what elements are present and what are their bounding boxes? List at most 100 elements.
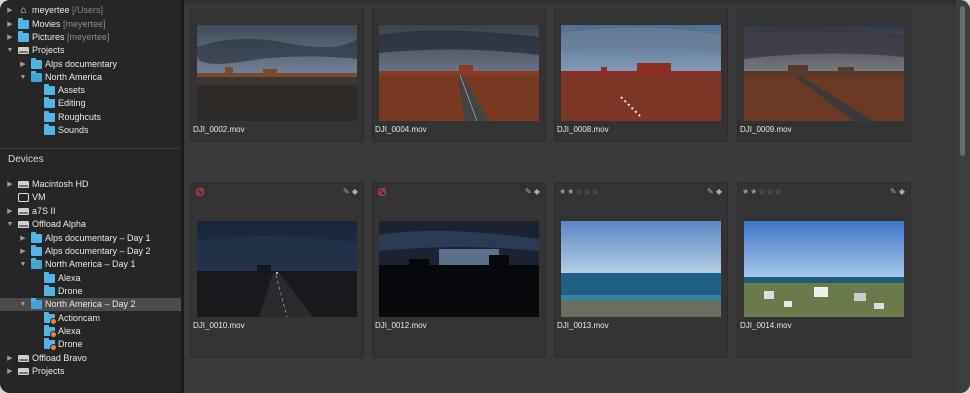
drive-icon bbox=[18, 355, 29, 362]
clip-card[interactable]: ✎ ◆ DJI_0012.mov bbox=[372, 182, 546, 358]
status-badge-icon bbox=[50, 344, 57, 351]
sidebar-item-alps-documentary[interactable]: ▶ Alps documentary bbox=[0, 58, 181, 71]
disclosure-open-icon[interactable]: ▼ bbox=[19, 71, 27, 84]
sidebar-item-label: Assets bbox=[58, 84, 85, 97]
folder-badge-icon bbox=[44, 325, 57, 338]
sidebar-item-label: Actioncam bbox=[58, 312, 100, 325]
sidebar-item-meyertee[interactable]: ▶ ⌂ meyertee [/Users] bbox=[0, 4, 181, 17]
sidebar-item-path: [/Users] bbox=[72, 5, 104, 15]
sidebar-item-pictures[interactable]: ▶ Pictures [meyertee] bbox=[0, 31, 181, 44]
sidebar-item-actioncam[interactable]: Actioncam bbox=[0, 312, 181, 325]
scrollbar-thumb[interactable] bbox=[960, 6, 965, 156]
disclosure-closed-icon[interactable]: ▶ bbox=[6, 205, 14, 218]
sidebar-item-macintosh-hd[interactable]: ▶ Macintosh HD bbox=[0, 178, 181, 191]
sidebar-item-label: Alexa bbox=[58, 325, 81, 338]
sidebar-item-alexa[interactable]: Alexa bbox=[0, 272, 181, 285]
sidebar-item-projects[interactable]: ▼ Projects bbox=[0, 44, 181, 57]
sidebar-item-label: Movies [meyertee] bbox=[32, 18, 106, 31]
status-badge-icon bbox=[50, 318, 57, 325]
sidebar-item-offload-bravo[interactable]: ▶ Offload Bravo bbox=[0, 352, 181, 365]
sidebar: Devices ▶ ⌂ meyertee [/Users] ▶ Movies [meye… bbox=[0, 0, 184, 393]
sidebar-item-drone[interactable]: Drone bbox=[0, 285, 181, 298]
sidebar-item-name: meyertee bbox=[32, 5, 70, 15]
clip-card[interactable]: DJI_0009.mov bbox=[737, 0, 911, 142]
sidebar-item-north-america-day-1[interactable]: ▼ North America – Day 1 bbox=[0, 258, 181, 271]
sidebar-item-name: Assets bbox=[58, 85, 86, 95]
clip-card[interactable]: DJI_0008.mov bbox=[554, 0, 728, 142]
drive-icon bbox=[18, 181, 29, 188]
clip-thumbnail[interactable] bbox=[561, 25, 721, 121]
sidebar-item-name: North America – Day 1 bbox=[45, 259, 136, 269]
sidebar-item-assets[interactable]: Assets bbox=[0, 84, 181, 97]
sidebar-item-vm[interactable]: VM bbox=[0, 191, 181, 204]
sidebar-item-projects[interactable]: ▶ Projects bbox=[0, 365, 181, 378]
sidebar-item-name: Sounds bbox=[58, 125, 89, 135]
disclosure-closed-icon[interactable]: ▶ bbox=[6, 352, 14, 365]
sidebar-item-roughcuts[interactable]: Roughcuts bbox=[0, 111, 181, 124]
clip-thumbnail[interactable] bbox=[744, 221, 904, 317]
sidebar-item-alexa[interactable]: Alexa bbox=[0, 325, 181, 338]
edit-tag-icons[interactable]: ✎ ◆ bbox=[707, 187, 722, 196]
sidebar-item-label: Alps documentary bbox=[45, 58, 117, 71]
sidebar-item-label: North America bbox=[45, 71, 102, 84]
sidebar-item-name: Alps documentary – Day 2 bbox=[45, 246, 151, 256]
disclosure-open-icon[interactable]: ▼ bbox=[6, 218, 14, 231]
clip-card[interactable]: DJI_0002.mov bbox=[190, 0, 364, 142]
clip-thumbnail[interactable] bbox=[379, 25, 539, 121]
clip-card[interactable]: ★★☆☆☆ ✎ ◆ DJI_0013.mov bbox=[554, 182, 728, 358]
folder-icon bbox=[18, 18, 29, 29]
reject-icon[interactable] bbox=[196, 188, 204, 196]
disclosure-closed-icon[interactable]: ▶ bbox=[6, 18, 14, 31]
disclosure-closed-icon[interactable]: ▶ bbox=[6, 4, 14, 17]
clip-thumbnail[interactable] bbox=[379, 221, 539, 317]
folder-badge-icon bbox=[44, 338, 57, 351]
sidebar-item-drone[interactable]: Drone bbox=[0, 338, 181, 351]
clip-thumbnail[interactable] bbox=[561, 221, 721, 317]
clip-thumbnail[interactable] bbox=[197, 25, 357, 121]
clip-thumbnail[interactable] bbox=[197, 221, 357, 317]
sidebar-item-editing[interactable]: Editing bbox=[0, 97, 181, 110]
clip-thumbnail[interactable] bbox=[744, 25, 904, 121]
sidebar-item-name: VM bbox=[32, 192, 46, 202]
sidebar-item-movies[interactable]: ▶ Movies [meyertee] bbox=[0, 18, 181, 31]
devices-section-title: Devices bbox=[8, 154, 44, 165]
edit-tag-icons[interactable]: ✎ ◆ bbox=[890, 187, 905, 196]
sidebar-item-label: Alexa bbox=[58, 272, 81, 285]
edit-tag-icons[interactable]: ✎ ◆ bbox=[525, 187, 540, 196]
sidebar-item-north-america[interactable]: ▼ North America bbox=[0, 71, 181, 84]
disclosure-closed-icon[interactable]: ▶ bbox=[19, 245, 27, 258]
drive-icon bbox=[18, 221, 29, 228]
folder-icon bbox=[44, 111, 55, 122]
disclosure-closed-icon[interactable]: ▶ bbox=[19, 232, 27, 245]
sidebar-item-offload-alpha[interactable]: ▼ Offload Alpha bbox=[0, 218, 181, 231]
sidebar-item-alps-documentary-day-1[interactable]: ▶ Alps documentary – Day 1 bbox=[0, 232, 181, 245]
folder-icon bbox=[44, 272, 55, 283]
star-rating[interactable]: ★★☆☆☆ bbox=[742, 187, 783, 196]
disclosure-closed-icon[interactable]: ▶ bbox=[6, 178, 14, 191]
reject-icon[interactable] bbox=[378, 188, 386, 196]
disclosure-open-icon[interactable]: ▼ bbox=[19, 258, 27, 271]
sidebar-item-alps-documentary-day-2[interactable]: ▶ Alps documentary – Day 2 bbox=[0, 245, 181, 258]
sidebar-item-name: Alps documentary – Day 1 bbox=[45, 233, 151, 243]
sidebar-item-sounds[interactable]: Sounds bbox=[0, 124, 181, 137]
clip-card[interactable]: DJI_0004.mov bbox=[372, 0, 546, 142]
clip-card[interactable]: ★★☆☆☆ ✎ ◆ DJI_0014.mov bbox=[737, 182, 911, 358]
sidebar-item-name: Roughcuts bbox=[58, 112, 102, 122]
disclosure-open-icon[interactable]: ▼ bbox=[6, 44, 14, 57]
sidebar-item-north-america-day-2[interactable]: ▼ North America – Day 2 bbox=[0, 298, 181, 311]
status-badge-icon bbox=[50, 331, 57, 338]
folder-icon bbox=[44, 285, 55, 296]
edit-tag-icons[interactable]: ✎ ◆ bbox=[343, 187, 358, 196]
disclosure-open-icon[interactable]: ▼ bbox=[19, 298, 27, 311]
clip-card[interactable]: ✎ ◆ DJI_0010.mov bbox=[190, 182, 364, 358]
folder-badge-icon bbox=[44, 312, 57, 325]
disclosure-closed-icon[interactable]: ▶ bbox=[6, 365, 14, 378]
sidebar-item-name: Projects bbox=[32, 366, 65, 376]
disclosure-closed-icon[interactable]: ▶ bbox=[19, 58, 27, 71]
star-rating[interactable]: ★★☆☆☆ bbox=[559, 187, 600, 196]
disclosure-closed-icon[interactable]: ▶ bbox=[6, 31, 14, 44]
sidebar-item-label: Editing bbox=[58, 97, 86, 110]
clip-filename: DJI_0002.mov bbox=[193, 125, 245, 134]
sidebar-item-name: Macintosh HD bbox=[32, 179, 89, 189]
sidebar-item-a7s-ii[interactable]: ▶ a7S II bbox=[0, 205, 181, 218]
